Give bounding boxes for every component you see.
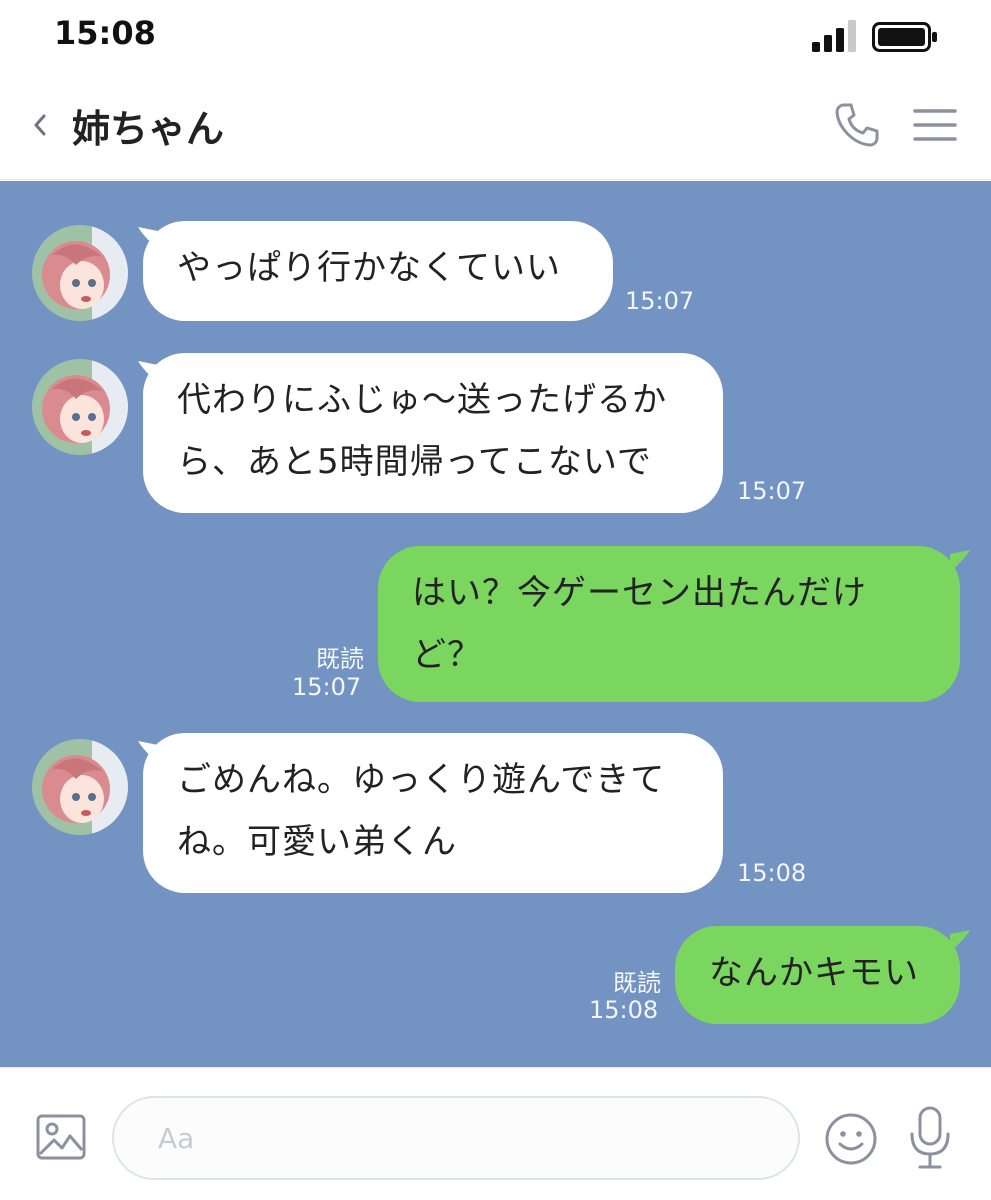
- message-time: 15:08: [589, 996, 659, 1024]
- avatar-image: [32, 359, 128, 455]
- read-receipt: 既読: [613, 969, 661, 997]
- chat-title: 姉ちゃん: [72, 107, 225, 151]
- avatar[interactable]: [32, 359, 128, 455]
- message-bubble-incoming[interactable]: 代わりにふじゅ〜送ったげるか ら、あと5時間帰ってこないで: [143, 353, 723, 513]
- message-text-line: ど？: [412, 635, 482, 675]
- message-time: 15:07: [292, 673, 362, 701]
- message-text-line: ごめんね。ゆっくり遊んできて: [177, 760, 666, 800]
- smiley-icon[interactable]: [824, 1112, 878, 1166]
- message-time: 15:08: [737, 859, 807, 887]
- bubble-tail: [950, 930, 970, 952]
- signal-bars-icon: [812, 20, 856, 52]
- message-text-line: なんかキモい: [709, 953, 919, 993]
- message-text-line: やっぱり行かなくていい: [177, 248, 561, 288]
- phone-icon[interactable]: [832, 100, 882, 150]
- status-time: 15:08: [54, 14, 156, 52]
- image-icon[interactable]: [36, 1112, 86, 1162]
- chevron-left-icon[interactable]: [28, 108, 52, 142]
- message-bubble-outgoing[interactable]: はい？今ゲーセン出たんだけ ど？: [378, 546, 960, 702]
- read-receipt: 既読: [316, 645, 364, 673]
- message-bubble-incoming[interactable]: ごめんね。ゆっくり遊んできて ね。可愛い弟くん: [143, 733, 723, 893]
- chat-header: 姉ちゃん: [0, 72, 991, 180]
- battery-icon: [872, 22, 937, 52]
- message-input[interactable]: [112, 1096, 800, 1180]
- avatar-image: [32, 739, 128, 835]
- microphone-icon[interactable]: [908, 1106, 952, 1170]
- message-bubble-outgoing[interactable]: なんかキモい: [675, 926, 960, 1024]
- message-text-line: ら、あと5時間帰ってこないで: [177, 442, 652, 482]
- message-text-line: はい？今ゲーセン出たんだけ: [412, 573, 867, 613]
- message-text-line: 代わりにふじゅ〜送ったげるか: [177, 380, 667, 420]
- hamburger-menu-icon[interactable]: [912, 106, 958, 144]
- chat-area[interactable]: やっぱり行かなくていい 15:07 代わりにふじゅ〜送ったげるか ら、あと5時間…: [0, 181, 991, 1067]
- status-bar: 15:08: [0, 0, 991, 72]
- message-text-line: ね。可愛い弟くん: [177, 822, 457, 862]
- message-bubble-incoming[interactable]: やっぱり行かなくていい: [143, 221, 613, 321]
- message-input-bar: [0, 1067, 991, 1200]
- bubble-tail: [950, 550, 970, 572]
- message-time: 15:07: [737, 477, 807, 505]
- avatar[interactable]: [32, 225, 128, 321]
- avatar-image: [32, 225, 128, 321]
- avatar[interactable]: [32, 739, 128, 835]
- message-time: 15:07: [625, 287, 695, 315]
